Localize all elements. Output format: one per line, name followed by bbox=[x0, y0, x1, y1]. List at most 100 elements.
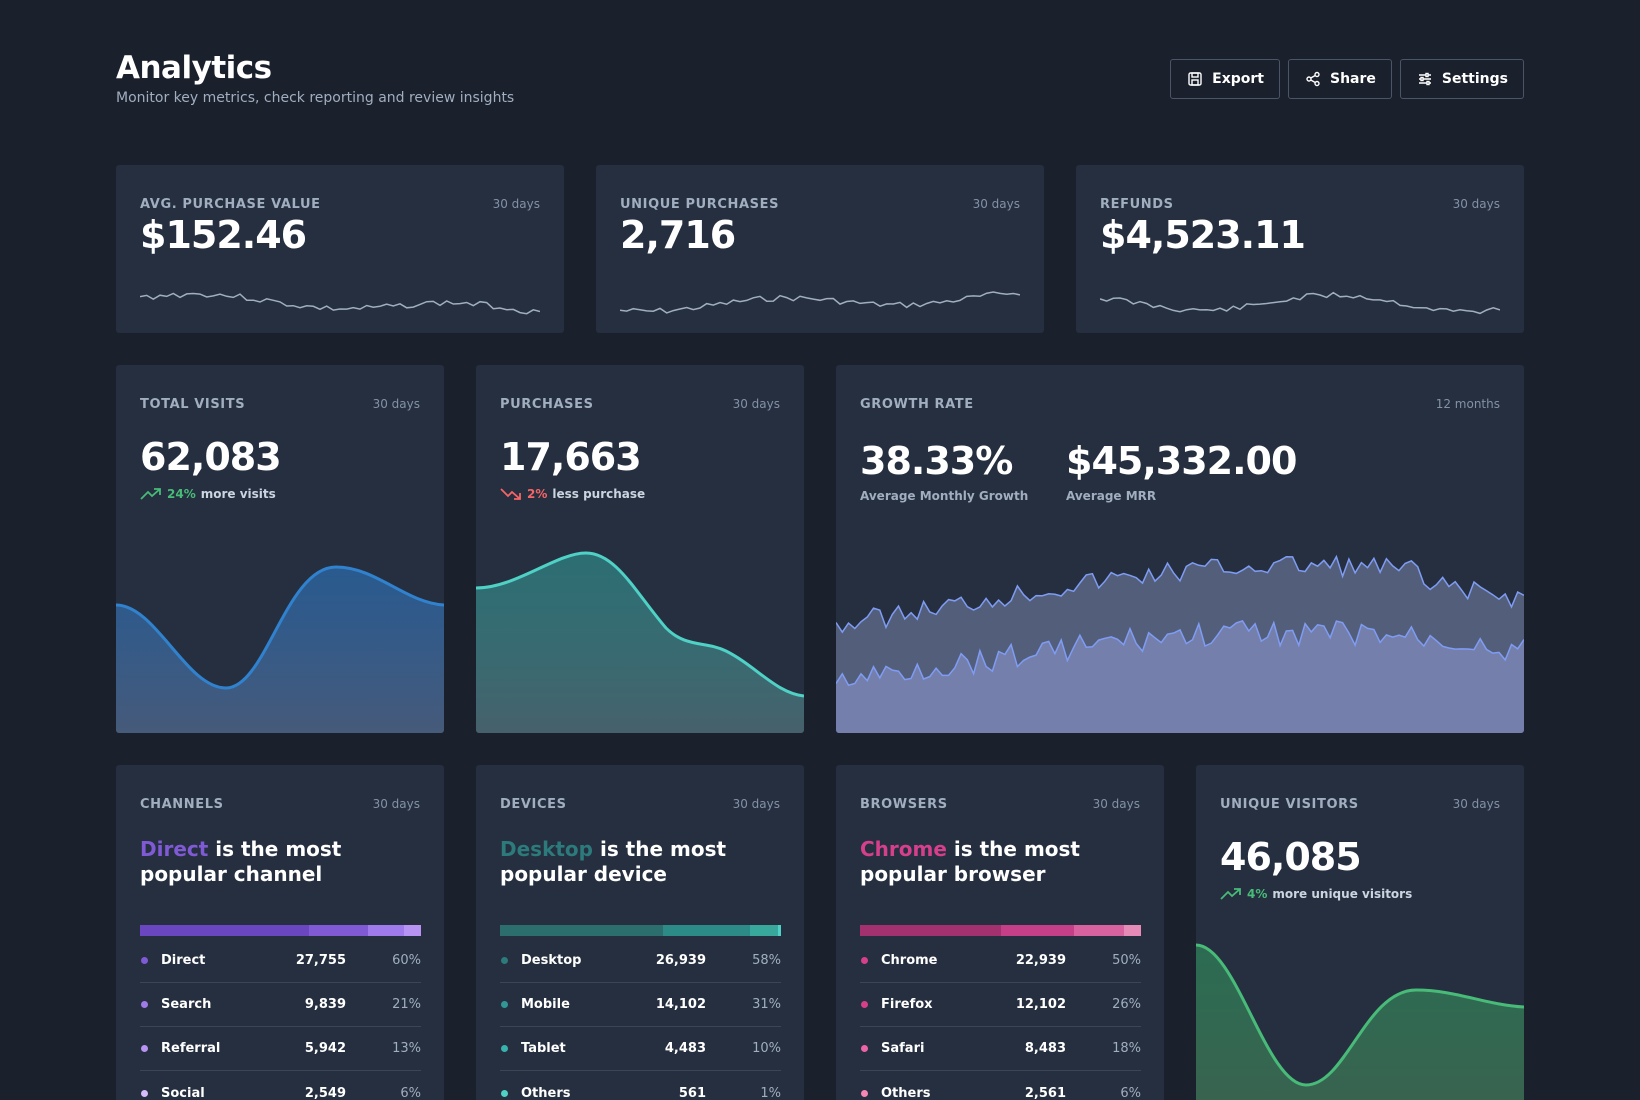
visits-trend-text: more visits bbox=[200, 487, 276, 501]
card-label: PURCHASES bbox=[500, 397, 594, 412]
purchases-trend-text: less purchase bbox=[552, 487, 646, 501]
settings-button[interactable]: Settings bbox=[1399, 59, 1524, 99]
avg-purchase-value: $152.46 bbox=[140, 213, 307, 257]
bar-segment-tablet bbox=[750, 925, 779, 936]
item-name: Safari bbox=[881, 1041, 925, 1056]
average-mrr-label: Average MRR bbox=[1066, 489, 1157, 503]
unique-visitors-value: 46,085 bbox=[1220, 835, 1362, 879]
item-count: 26,939 bbox=[655, 953, 706, 968]
list-item: Social 2,549 6% bbox=[140, 1071, 421, 1100]
purchases-trend: 2% less purchase bbox=[500, 487, 645, 501]
save-icon bbox=[1188, 72, 1202, 86]
visits-area bbox=[116, 567, 444, 733]
purchases-area-chart bbox=[476, 551, 804, 733]
legend-dot bbox=[861, 1089, 868, 1097]
card-period: 30 days bbox=[732, 797, 780, 811]
channels-highlight: Direct bbox=[140, 837, 209, 861]
item-percent: 10% bbox=[752, 1041, 781, 1056]
card-period: 30 days bbox=[492, 197, 540, 211]
legend-dot bbox=[861, 1045, 868, 1052]
visits-trend-pct: 24% bbox=[167, 487, 196, 501]
legend-dot bbox=[141, 1001, 148, 1008]
item-percent: 6% bbox=[400, 1085, 421, 1100]
card-label: GROWTH RATE bbox=[860, 397, 974, 412]
item-count: 5,942 bbox=[304, 1041, 346, 1056]
browsers-distribution-bar bbox=[860, 925, 1141, 936]
legend-dot bbox=[141, 1045, 148, 1052]
item-count: 4,483 bbox=[664, 1041, 706, 1056]
bar-segment-desktop bbox=[500, 925, 663, 936]
bar-segment-safari bbox=[1073, 925, 1125, 936]
legend-dot bbox=[861, 1001, 868, 1008]
list-item: Firefox 12,102 26% bbox=[860, 983, 1141, 1027]
legend-dot bbox=[501, 1045, 508, 1052]
avg-purchase-value-card: AVG. PURCHASE VALUE 30 days $152.46 bbox=[116, 165, 564, 333]
item-percent: 31% bbox=[752, 997, 781, 1012]
legend-dot bbox=[501, 957, 508, 964]
legend-dot bbox=[861, 957, 868, 964]
card-period: 30 days bbox=[1452, 797, 1500, 811]
share-button[interactable]: Share bbox=[1288, 59, 1392, 99]
bar-segment-others bbox=[1124, 925, 1141, 936]
item-percent: 6% bbox=[1120, 1085, 1141, 1100]
item-percent: 26% bbox=[1112, 997, 1141, 1012]
item-count: 27,755 bbox=[295, 953, 346, 968]
bar-segment-referral bbox=[367, 925, 405, 936]
total-visits-value: 62,083 bbox=[140, 435, 282, 479]
card-label: UNIQUE VISITORS bbox=[1220, 797, 1359, 812]
unique-visitors-trend-text: more unique visitors bbox=[1272, 887, 1413, 901]
item-percent: 1% bbox=[760, 1085, 781, 1100]
purchases-trend-pct: 2% bbox=[527, 487, 548, 501]
export-button[interactable]: Export bbox=[1170, 59, 1280, 99]
export-button-label: Export bbox=[1212, 71, 1264, 87]
bar-segment-direct bbox=[140, 925, 309, 936]
list-item: Safari 8,483 18% bbox=[860, 1027, 1141, 1071]
list-item: Others 2,561 6% bbox=[860, 1071, 1141, 1100]
item-count: 2,561 bbox=[1024, 1085, 1066, 1100]
card-period: 30 days bbox=[972, 197, 1020, 211]
growth-area-chart bbox=[836, 554, 1524, 733]
browsers-list: Chrome 22,939 50% Firefox 12,102 26% Safari 8… bbox=[860, 939, 1141, 1100]
card-period: 30 days bbox=[372, 797, 420, 811]
unique-visitors-area-chart bbox=[1196, 943, 1524, 1100]
item-name: Direct bbox=[161, 953, 206, 968]
card-label: DEVICES bbox=[500, 797, 567, 812]
item-name: Chrome bbox=[881, 953, 938, 968]
browsers-card: BROWSERS 30 days Chrome is the most popu… bbox=[836, 765, 1164, 1100]
unique-visitors-card: UNIQUE VISITORS 30 days 46,085 4% more u… bbox=[1196, 765, 1524, 1100]
trending-down-icon bbox=[500, 488, 521, 500]
share-icon bbox=[1306, 71, 1320, 87]
item-name: Others bbox=[521, 1085, 571, 1100]
item-name: Social bbox=[161, 1085, 205, 1100]
growth-rate-value: 38.33% bbox=[860, 439, 1013, 483]
legend-dot bbox=[141, 1089, 148, 1097]
page-title: Analytics bbox=[116, 50, 272, 86]
item-count: 2,549 bbox=[304, 1085, 346, 1100]
list-item: Chrome 22,939 50% bbox=[860, 939, 1141, 983]
legend-dot bbox=[501, 1089, 508, 1097]
browsers-highlight: Chrome bbox=[860, 837, 947, 861]
bar-segment-mobile bbox=[662, 925, 751, 936]
item-name: Search bbox=[161, 997, 212, 1012]
unique-purchases-card: UNIQUE PURCHASES 30 days 2,716 bbox=[596, 165, 1044, 333]
list-item: Others 561 1% bbox=[500, 1071, 781, 1100]
growth-rate-card: GROWTH RATE 12 months 38.33% Average Mon… bbox=[836, 365, 1524, 733]
item-count: 561 bbox=[678, 1085, 706, 1100]
item-count: 8,483 bbox=[1024, 1041, 1066, 1056]
item-percent: 18% bbox=[1112, 1041, 1141, 1056]
card-label: BROWSERS bbox=[860, 797, 948, 812]
bar-segment-firefox bbox=[1000, 925, 1074, 936]
channels-card: CHANNELS 30 days Direct is the most popu… bbox=[116, 765, 444, 1100]
card-period: 12 months bbox=[1435, 397, 1500, 411]
devices-card: DEVICES 30 days Desktop is the most popu… bbox=[476, 765, 804, 1100]
item-count: 22,939 bbox=[1015, 953, 1066, 968]
average-mrr-value: $45,332.00 bbox=[1066, 439, 1297, 483]
item-percent: 21% bbox=[392, 997, 421, 1012]
purchases-area bbox=[476, 553, 804, 733]
browsers-headline: Chrome is the most popular browser bbox=[860, 837, 1130, 887]
list-item: Mobile 14,102 31% bbox=[500, 983, 781, 1027]
purchases-card: PURCHASES 30 days 17,663 2% less purchas… bbox=[476, 365, 804, 733]
card-label: AVG. PURCHASE VALUE bbox=[140, 197, 321, 212]
trending-up-icon bbox=[140, 488, 161, 500]
share-button-label: Share bbox=[1330, 71, 1376, 87]
